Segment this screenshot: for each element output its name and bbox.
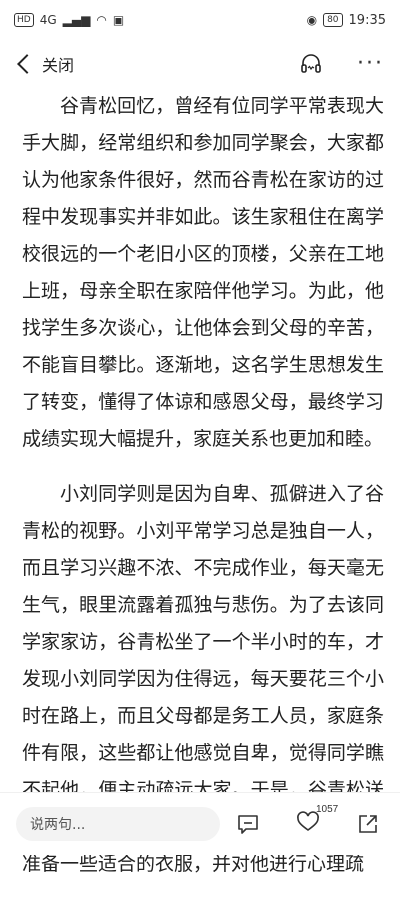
- article-body: 谷青松回忆，曾经有位同学平常表现大手大脚，经常组织和参加同学聚会，大家都认为他家…: [22, 88, 384, 901]
- comment-placeholder: 说两句...: [30, 817, 86, 833]
- hd-badge: HD: [14, 13, 34, 27]
- signal-icon: ▂▄▆: [62, 13, 91, 27]
- close-label: 关闭: [42, 56, 75, 75]
- more-icon[interactable]: ···: [357, 53, 384, 75]
- nav-actions: ···: [299, 40, 384, 88]
- share-icon[interactable]: [356, 812, 380, 836]
- status-time: 19:35: [348, 12, 386, 28]
- like-count: 1057: [316, 804, 339, 815]
- chevron-left-icon: [17, 54, 37, 74]
- status-right: ◉ 80 19:35: [307, 13, 386, 28]
- signal-label: 4G: [39, 13, 57, 27]
- headphone-icon[interactable]: [299, 52, 323, 76]
- battery-icon: 80: [323, 13, 343, 27]
- nav-bar: 关闭 ···: [0, 40, 400, 88]
- status-bar: HD 4G ▂▄▆ ◠ ▣ ◉ 80 19:35: [0, 0, 400, 40]
- close-button[interactable]: 关闭: [16, 52, 74, 76]
- bottom-bar: 说两句... 1057: [0, 792, 400, 855]
- article-paragraph: 谷青松回忆，曾经有位同学平常表现大手大脚，经常组织和参加同学聚会，大家都认为他家…: [22, 95, 384, 450]
- like-button[interactable]: 1057: [296, 804, 338, 838]
- status-left: HD 4G ▂▄▆ ◠ ▣: [14, 13, 124, 27]
- comment-icon[interactable]: [236, 812, 260, 836]
- nfc-icon: ▣: [112, 13, 125, 27]
- bottom-actions: 1057: [236, 804, 384, 838]
- wifi-icon: ◠: [96, 13, 107, 27]
- eye-icon: ◉: [306, 13, 318, 27]
- comment-input[interactable]: 说两句...: [16, 807, 220, 841]
